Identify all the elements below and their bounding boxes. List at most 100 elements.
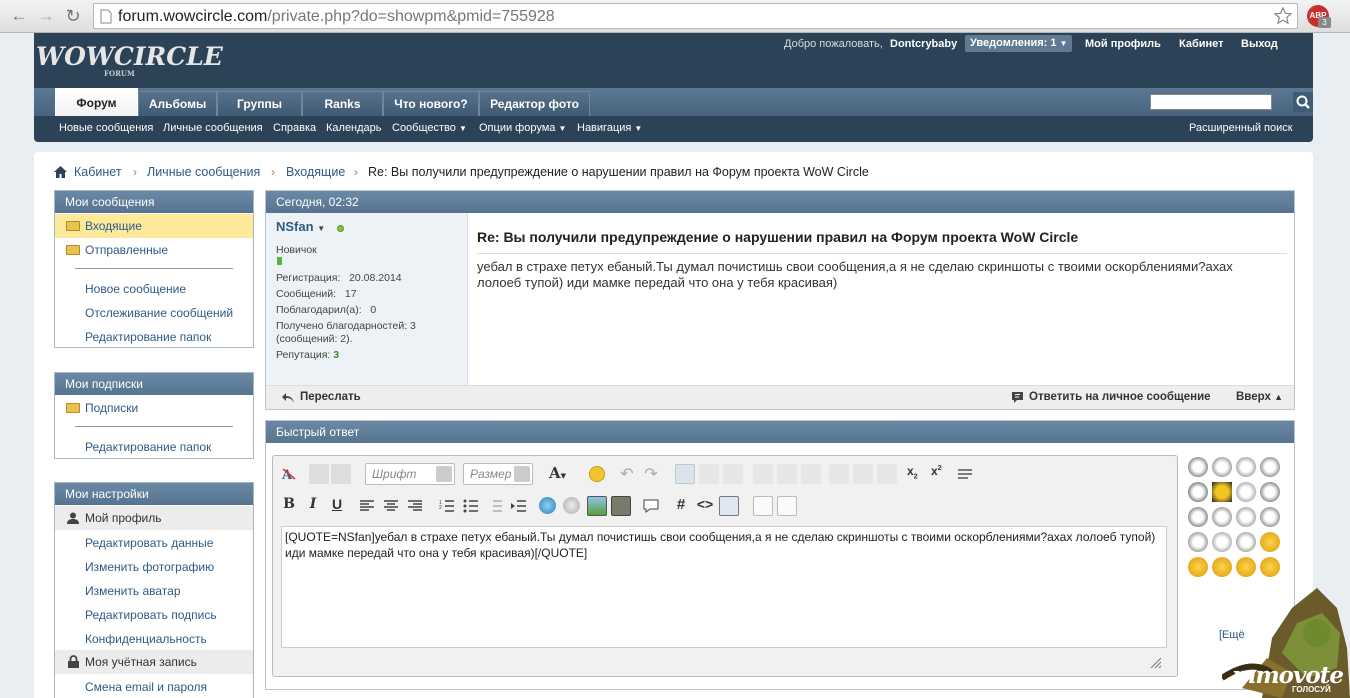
smiley-icon[interactable] xyxy=(1212,507,1232,527)
underline-icon[interactable]: U xyxy=(327,496,347,516)
redo-icon[interactable]: ↷ xyxy=(641,464,661,484)
insert-video-icon[interactable] xyxy=(611,496,631,516)
tab-ranks[interactable]: Ranks xyxy=(302,91,383,116)
subnav-community[interactable]: Сообщество ▼ xyxy=(392,122,467,134)
ordered-list-icon[interactable]: 12 xyxy=(437,496,457,516)
reply-textarea[interactable]: [QUOTE=NSfan]уебал в страхе петух ебаный… xyxy=(281,526,1167,648)
text-color-icon[interactable]: A▼ xyxy=(549,464,569,484)
smiley-icon[interactable] xyxy=(1236,532,1256,552)
insert-link-icon[interactable] xyxy=(539,497,556,514)
search-input[interactable] xyxy=(1150,94,1272,110)
sidebar-item-sent[interactable]: Отправленные xyxy=(55,238,253,262)
subnav-private-messages[interactable]: Личные сообщения xyxy=(163,122,263,134)
insert-col-left-icon[interactable] xyxy=(829,464,849,484)
advanced-search-link[interactable]: Расширенный поиск xyxy=(1189,122,1293,134)
italic-icon[interactable]: I xyxy=(303,496,323,516)
tab-whats-new[interactable]: Что нового? xyxy=(383,91,479,116)
breadcrumb-cabinet[interactable]: Кабинет xyxy=(74,165,122,179)
username-link[interactable]: Dontcrybaby xyxy=(890,38,957,50)
search-button[interactable] xyxy=(1293,92,1313,112)
insert-image-icon[interactable] xyxy=(587,496,607,516)
forward-button[interactable]: Переслать xyxy=(282,391,361,403)
go-top-button[interactable]: Вверх ▲ xyxy=(1236,391,1283,403)
smiley-icon[interactable] xyxy=(1260,507,1280,527)
breadcrumb-inbox[interactable]: Входящие xyxy=(286,165,345,179)
tab-forum[interactable]: Форум xyxy=(55,88,138,116)
hashtag-icon[interactable]: # xyxy=(671,496,691,516)
sidebar-item-new-message[interactable]: Новое сообщение xyxy=(55,277,253,301)
home-icon[interactable] xyxy=(54,166,67,178)
outdent-icon[interactable] xyxy=(485,496,505,516)
insert-row-below-icon[interactable] xyxy=(777,464,797,484)
table-icon[interactable] xyxy=(675,464,695,484)
smiley-icon[interactable] xyxy=(1212,532,1232,552)
bookmark-star-icon[interactable] xyxy=(1274,7,1292,25)
insert-row-above-icon[interactable] xyxy=(753,464,773,484)
superscript-icon[interactable]: x2 xyxy=(931,464,951,484)
reload-icon[interactable]: ↻ xyxy=(62,6,84,26)
smiley-icon[interactable] xyxy=(1260,457,1280,477)
table-delete-icon[interactable] xyxy=(723,464,743,484)
horizontal-rule-icon[interactable] xyxy=(955,464,975,484)
smiley-icon[interactable] xyxy=(1260,557,1280,577)
remove-link-icon[interactable] xyxy=(563,497,580,514)
sidebar-item-edit-folders[interactable]: Редактирование папок xyxy=(55,325,253,349)
back-arrow-icon[interactable]: ← xyxy=(8,6,30,26)
code-icon[interactable]: <> xyxy=(695,496,715,516)
cabinet-link[interactable]: Кабинет xyxy=(1179,38,1224,50)
sidebar-item-track-messages[interactable]: Отслеживание сообщений xyxy=(55,301,253,325)
logout-link[interactable]: Выход xyxy=(1241,38,1278,50)
forward-arrow-icon[interactable]: → xyxy=(35,6,57,26)
bold-icon[interactable]: B xyxy=(279,496,299,516)
smiley-icon[interactable] xyxy=(1260,532,1280,552)
undo-icon[interactable]: ↶ xyxy=(617,464,637,484)
remove-format-icon[interactable]: A xyxy=(279,464,299,484)
tab-albums[interactable]: Альбомы xyxy=(138,91,217,116)
attach-icon[interactable] xyxy=(777,496,797,516)
smiley-icon[interactable] xyxy=(1236,457,1256,477)
sidebar-item-subscriptions[interactable]: Подписки xyxy=(55,396,253,420)
smiley-icon[interactable] xyxy=(1260,482,1280,502)
reply-pm-button[interactable]: Ответить на личное сообщение xyxy=(1011,391,1211,403)
unordered-list-icon[interactable] xyxy=(461,496,481,516)
site-logo[interactable]: WOWCIRCLE xyxy=(36,42,223,71)
sidebar-item-inbox[interactable]: Входящие xyxy=(55,214,253,238)
subscript-icon[interactable]: x2 xyxy=(907,464,927,484)
smiley-icon[interactable] xyxy=(1188,507,1208,527)
font-select[interactable]: Шрифт xyxy=(365,463,455,485)
sidebar-item-change-avatar[interactable]: Изменить аватар xyxy=(55,579,253,603)
smiley-icon[interactable] xyxy=(1188,532,1208,552)
align-left-icon[interactable] xyxy=(357,496,377,516)
smiley-picker-icon[interactable] xyxy=(589,466,605,482)
author-link[interactable]: NSfan ▼ xyxy=(276,219,325,234)
resize-grip-icon[interactable] xyxy=(1149,656,1161,668)
delete-col-icon[interactable] xyxy=(877,464,897,484)
sidebar-item-edit-signature[interactable]: Редактировать подпись xyxy=(55,603,253,627)
paste-icon[interactable] xyxy=(309,464,329,484)
address-bar[interactable]: forum.wowcircle.com/private.php?do=showp… xyxy=(93,3,1298,29)
sidebar-item-edit-sub-folders[interactable]: Редактирование папок xyxy=(55,435,253,459)
sidebar-item-change-photo[interactable]: Изменить фотографию xyxy=(55,555,253,579)
delete-row-icon[interactable] xyxy=(801,464,821,484)
quote-icon[interactable] xyxy=(641,496,661,516)
subnav-calendar[interactable]: Календарь xyxy=(326,122,382,134)
subnav-new-posts[interactable]: Новые сообщения xyxy=(59,122,153,134)
warning-smiley-icon[interactable] xyxy=(1212,482,1232,502)
paste-text-icon[interactable] xyxy=(331,464,351,484)
tab-photo-editor[interactable]: Редактор фото xyxy=(479,91,590,116)
smiley-icon[interactable] xyxy=(1236,507,1256,527)
smiley-icon[interactable] xyxy=(1212,457,1232,477)
smiley-icon[interactable] xyxy=(1188,557,1208,577)
notifications-dropdown[interactable]: Уведомления: 1 ▼ xyxy=(965,35,1073,52)
insert-col-right-icon[interactable] xyxy=(853,464,873,484)
size-select[interactable]: Размер xyxy=(463,463,533,485)
subnav-navigation[interactable]: Навигация ▼ xyxy=(577,122,642,134)
smiley-icon[interactable] xyxy=(1212,557,1232,577)
breadcrumb-private-messages[interactable]: Личные сообщения xyxy=(147,165,260,179)
subnav-help[interactable]: Справка xyxy=(273,122,316,134)
sidebar-item-edit-data[interactable]: Редактировать данные xyxy=(55,531,253,555)
smiley-icon[interactable] xyxy=(1188,457,1208,477)
mmovote-promo[interactable]: mmovote ГОЛОСУЙ xyxy=(1222,578,1350,698)
sidebar-item-change-email[interactable]: Смена email и пароля xyxy=(55,675,253,698)
align-center-icon[interactable] xyxy=(381,496,401,516)
